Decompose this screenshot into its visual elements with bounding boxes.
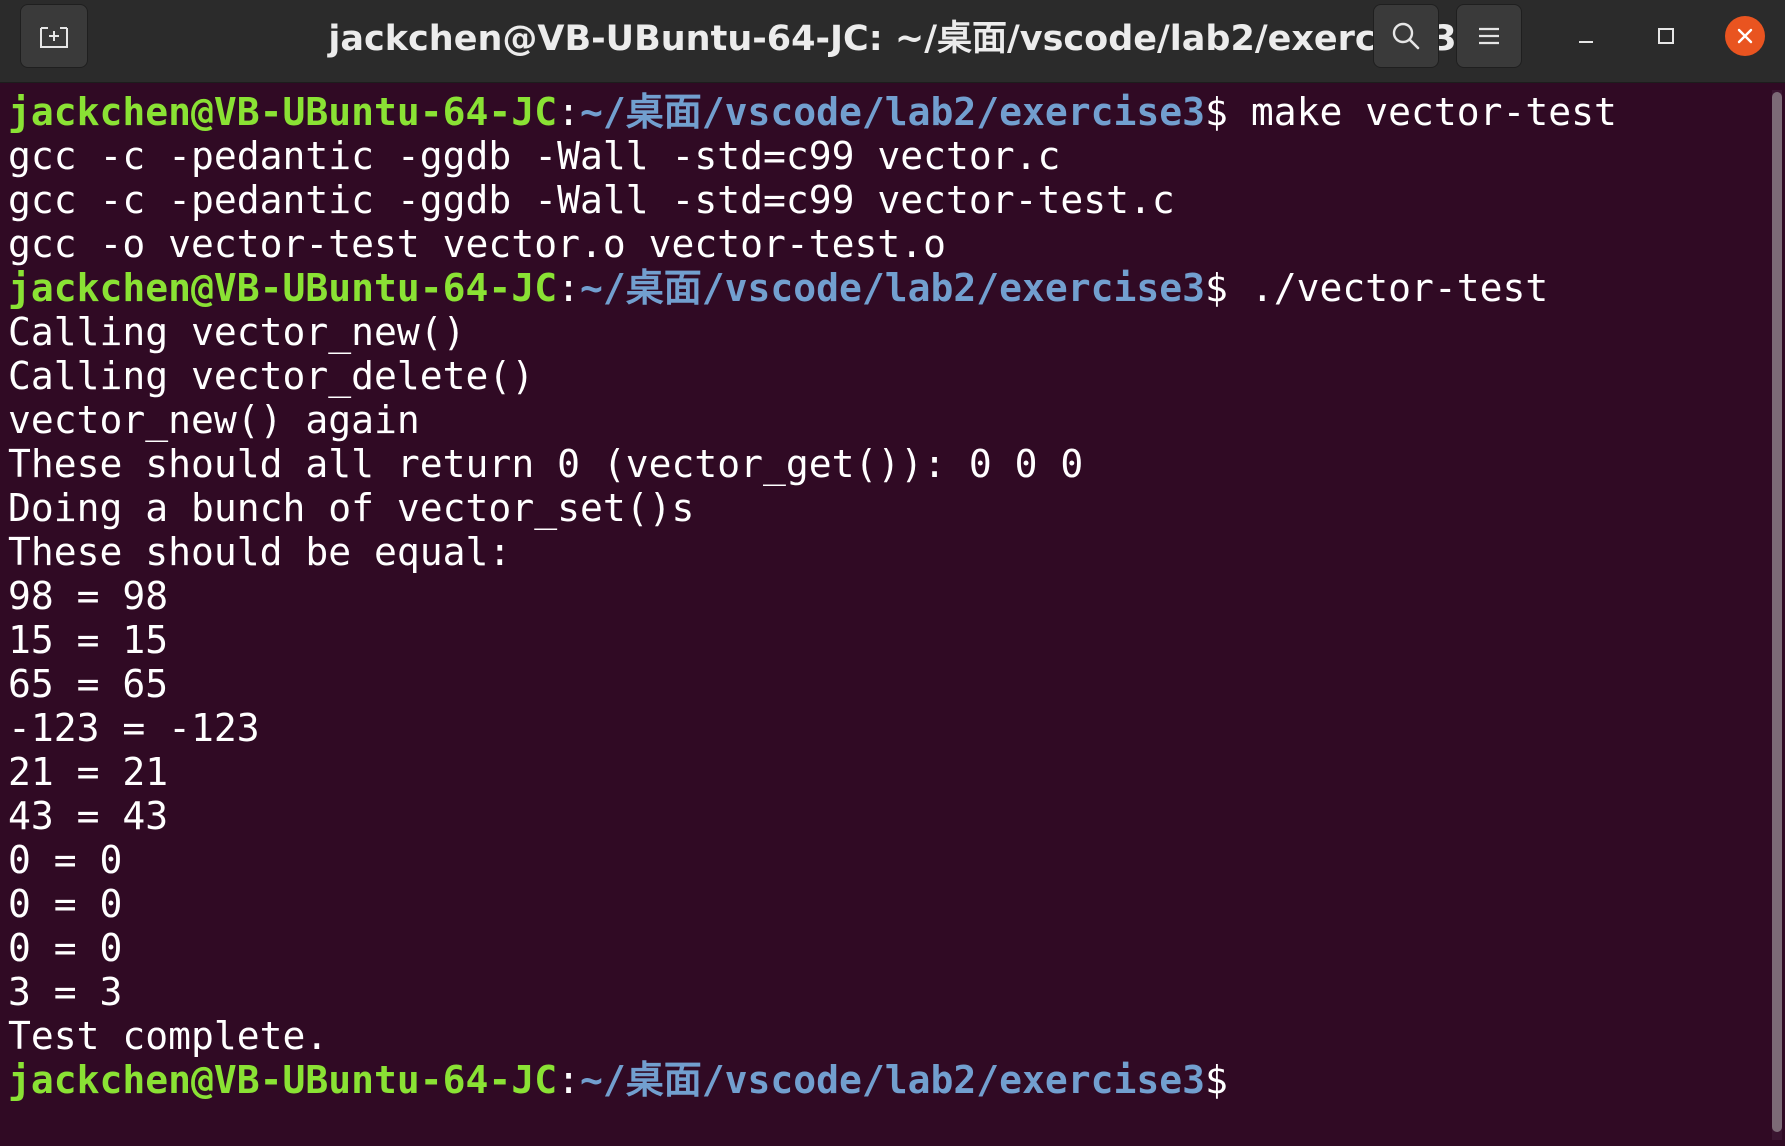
output-line: 0 = 0 [8,926,123,970]
output-line: 43 = 43 [8,794,169,838]
output-line: Calling vector_delete() [8,354,535,398]
new-tab-icon [40,27,68,48]
prompt-dollar: $ [1205,1058,1228,1102]
prompt-colon: : [557,90,580,134]
output-line: 21 = 21 [8,750,169,794]
output-line: vector_new() again [8,398,420,442]
prompt-line: jackchen@VB-UBuntu-64-JC:~/桌面/vscode/lab… [8,90,1770,134]
prompt-dollar: $ [1205,90,1228,134]
output-line: gcc -o vector-test vector.o vector-test.… [8,222,946,266]
hamburger-menu-icon [1479,27,1499,45]
minimize-button[interactable] [1566,16,1606,56]
prompt-dollar: $ [1205,266,1228,310]
scrollbar-thumb[interactable] [1772,92,1782,1132]
output-line: 3 = 3 [8,970,123,1014]
output-line: 0 = 0 [8,838,123,882]
prompt-colon: : [557,266,580,310]
prompt-colon: : [557,1058,580,1102]
output-line: 15 = 15 [8,618,169,662]
close-icon [1737,28,1753,44]
prompt-user-host: jackchen@VB-UBuntu-64-JC [8,90,558,134]
new-tab-button[interactable] [20,4,88,68]
minimize-icon [1579,41,1593,43]
title-bar: jackchen@VB-UBuntu-64-JC: ~/桌面/vscode/la… [0,0,1785,83]
output-line: 65 = 65 [8,662,169,706]
prompt-user-host: jackchen@VB-UBuntu-64-JC [8,1058,558,1102]
menu-button[interactable] [1456,4,1522,68]
output-line: 0 = 0 [8,882,123,926]
output-line: gcc -c -pedantic -ggdb -Wall -std=c99 ve… [8,134,1061,178]
search-icon [1392,22,1420,50]
command-text: ./vector-test [1227,266,1549,310]
prompt-path: ~/桌面/vscode/lab2/exercise3 [579,266,1206,310]
prompt-path: ~/桌面/vscode/lab2/exercise3 [579,90,1206,134]
prompt-line: jackchen@VB-UBuntu-64-JC:~/桌面/vscode/lab… [8,266,1770,310]
maximize-icon [1658,28,1674,44]
output-line: Calling vector_new() [8,310,466,354]
search-button[interactable] [1373,4,1439,68]
output-line: These should be equal: [8,530,512,574]
output-line: gcc -c -pedantic -ggdb -Wall -std=c99 ve… [8,178,1175,222]
prompt-line: jackchen@VB-UBuntu-64-JC:~/桌面/vscode/lab… [8,1058,1770,1102]
output-line: Test complete. [8,1014,329,1058]
terminal-output[interactable]: jackchen@VB-UBuntu-64-JC:~/桌面/vscode/lab… [8,90,1770,1140]
output-line: These should all return 0 (vector_get())… [8,442,1084,486]
prompt-user-host: jackchen@VB-UBuntu-64-JC [8,266,558,310]
terminal-window: jackchen@VB-UBuntu-64-JC: ~/桌面/vscode/la… [0,0,1785,1146]
prompt-path: ~/桌面/vscode/lab2/exercise3 [579,1058,1206,1102]
output-line: 98 = 98 [8,574,169,618]
close-button[interactable] [1725,16,1765,56]
scrollbar[interactable] [1772,90,1782,1140]
output-line: Doing a bunch of vector_set()s [8,486,695,530]
maximize-button[interactable] [1646,16,1686,56]
output-line: -123 = -123 [8,706,260,750]
command-text: make vector-test [1227,90,1617,134]
